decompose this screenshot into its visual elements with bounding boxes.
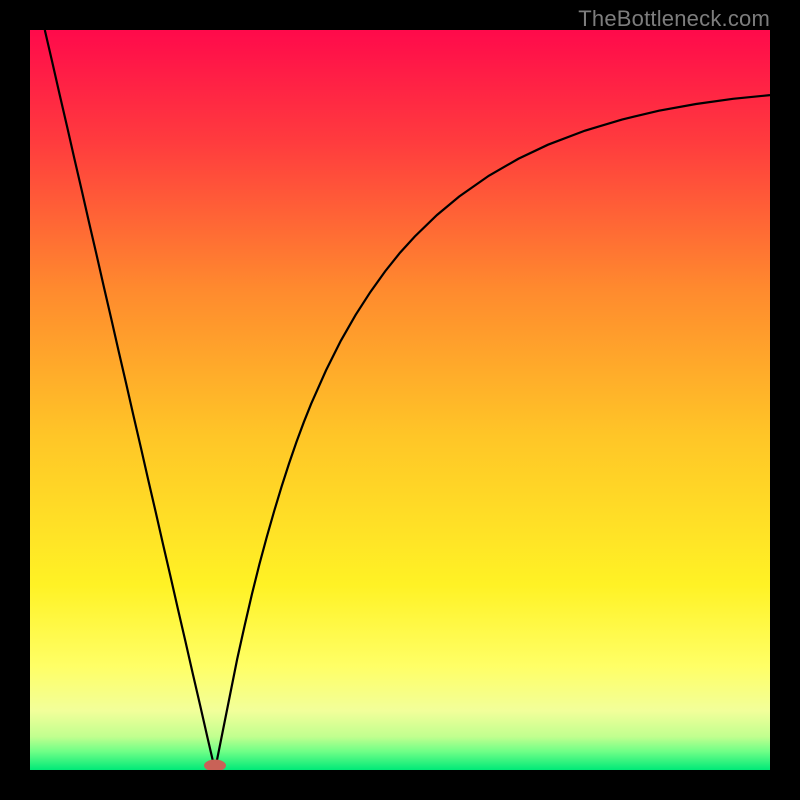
bottleneck-chart [30, 30, 770, 770]
chart-frame [30, 30, 770, 770]
watermark-text: TheBottleneck.com [578, 6, 770, 32]
chart-background [30, 30, 770, 770]
